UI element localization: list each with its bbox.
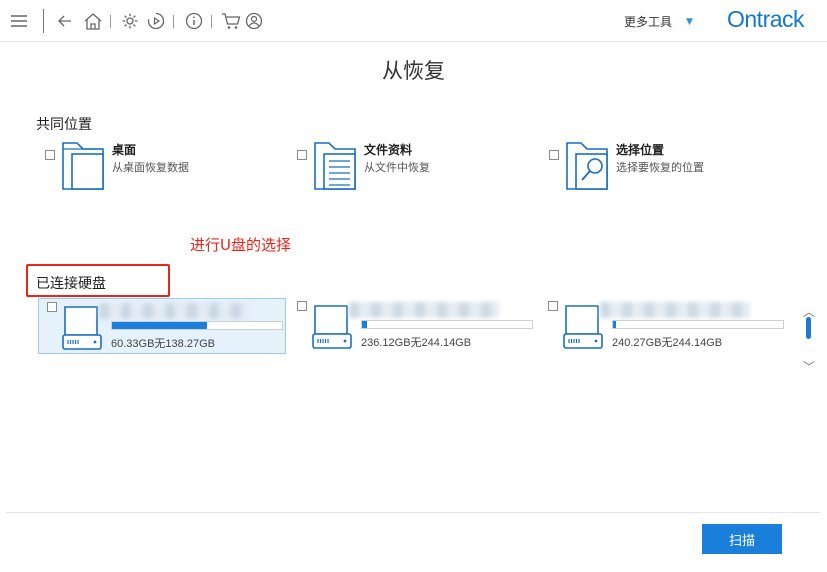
toolbar-divider <box>110 15 111 28</box>
location-name: 桌面 <box>112 143 137 157</box>
info-icon[interactable] <box>184 11 204 31</box>
drive-size-text: 236.12GB无244.14GB <box>361 337 472 349</box>
location-description: 从桌面恢复数据 <box>112 161 189 174</box>
location-desktop[interactable]: 桌面 从桌面恢复数据 <box>45 141 189 191</box>
search-folder-icon <box>566 142 608 190</box>
custom-location-checkbox[interactable] <box>549 150 559 160</box>
user-icon[interactable] <box>244 11 264 31</box>
drive-size-text: 240.27GB无244.14GB <box>612 337 723 349</box>
toolbar-divider <box>211 15 212 28</box>
drive-usage-bar <box>612 320 784 329</box>
brand-logo: Ontrack <box>727 6 805 32</box>
documents-checkbox[interactable] <box>297 150 307 160</box>
desktop-checkbox[interactable] <box>45 150 55 160</box>
footer-divider <box>6 512 821 513</box>
drive-size-text: 60.33GB无138.27GB <box>111 338 215 350</box>
page-title: 从恢复 <box>382 59 445 83</box>
more-tools-dropdown[interactable]: 更多工具 ▼ <box>624 13 693 30</box>
drive-usage-bar <box>361 320 533 329</box>
home-icon[interactable] <box>82 11 104 31</box>
drive-item[interactable]: 236.12GB无244.14GB <box>289 298 537 354</box>
scroll-down-chevron-icon[interactable]: ﹀ <box>803 358 815 375</box>
hard-drive-icon <box>312 305 352 349</box>
cart-icon[interactable] <box>220 11 242 31</box>
hard-drive-icon <box>563 305 603 349</box>
desktop-folder-icon <box>62 142 104 190</box>
drive-item[interactable]: 240.27GB无244.14GB <box>540 298 788 354</box>
location-name: 选择位置 <box>616 143 665 157</box>
documents-icon <box>314 142 356 190</box>
scrollbar-thumb[interactable] <box>806 317 811 339</box>
toolbar-divider <box>43 9 44 33</box>
location-custom[interactable]: 选择位置 选择要恢复的位置 <box>549 141 704 191</box>
more-tools-label: 更多工具 <box>624 15 673 29</box>
location-name: 文件资料 <box>364 143 413 157</box>
drive-name-redacted <box>99 303 249 319</box>
location-documents[interactable]: 文件资料 从文件中恢复 <box>297 141 430 191</box>
drive-item[interactable]: 60.33GB无138.27GB <box>38 298 286 354</box>
drive-usage-bar <box>111 321 283 330</box>
settings-gear-icon[interactable] <box>120 11 140 31</box>
toolbar: 更多工具 ▼ Ontrack <box>0 0 827 42</box>
drive-name-redacted <box>349 302 499 318</box>
drive-name-redacted <box>600 302 750 318</box>
menu-icon[interactable] <box>9 11 29 31</box>
location-description: 选择要恢复的位置 <box>616 161 704 174</box>
scan-button[interactable]: 扫描 <box>702 524 782 554</box>
location-description: 从文件中恢复 <box>364 161 430 174</box>
hard-drive-icon <box>62 306 102 350</box>
drive-checkbox[interactable] <box>548 301 558 311</box>
drive-checkbox[interactable] <box>47 302 57 312</box>
back-arrow-icon[interactable] <box>56 11 74 31</box>
annotation-text: 进行U盘的选择 <box>190 236 291 254</box>
common-locations-label: 共同位置 <box>36 117 92 133</box>
connected-drives-label: 已连接硬盘 <box>36 276 106 292</box>
toolbar-divider <box>173 15 174 28</box>
drive-checkbox[interactable] <box>297 301 307 311</box>
chevron-down-icon: ▼ <box>686 16 693 27</box>
play-icon[interactable] <box>146 11 166 31</box>
